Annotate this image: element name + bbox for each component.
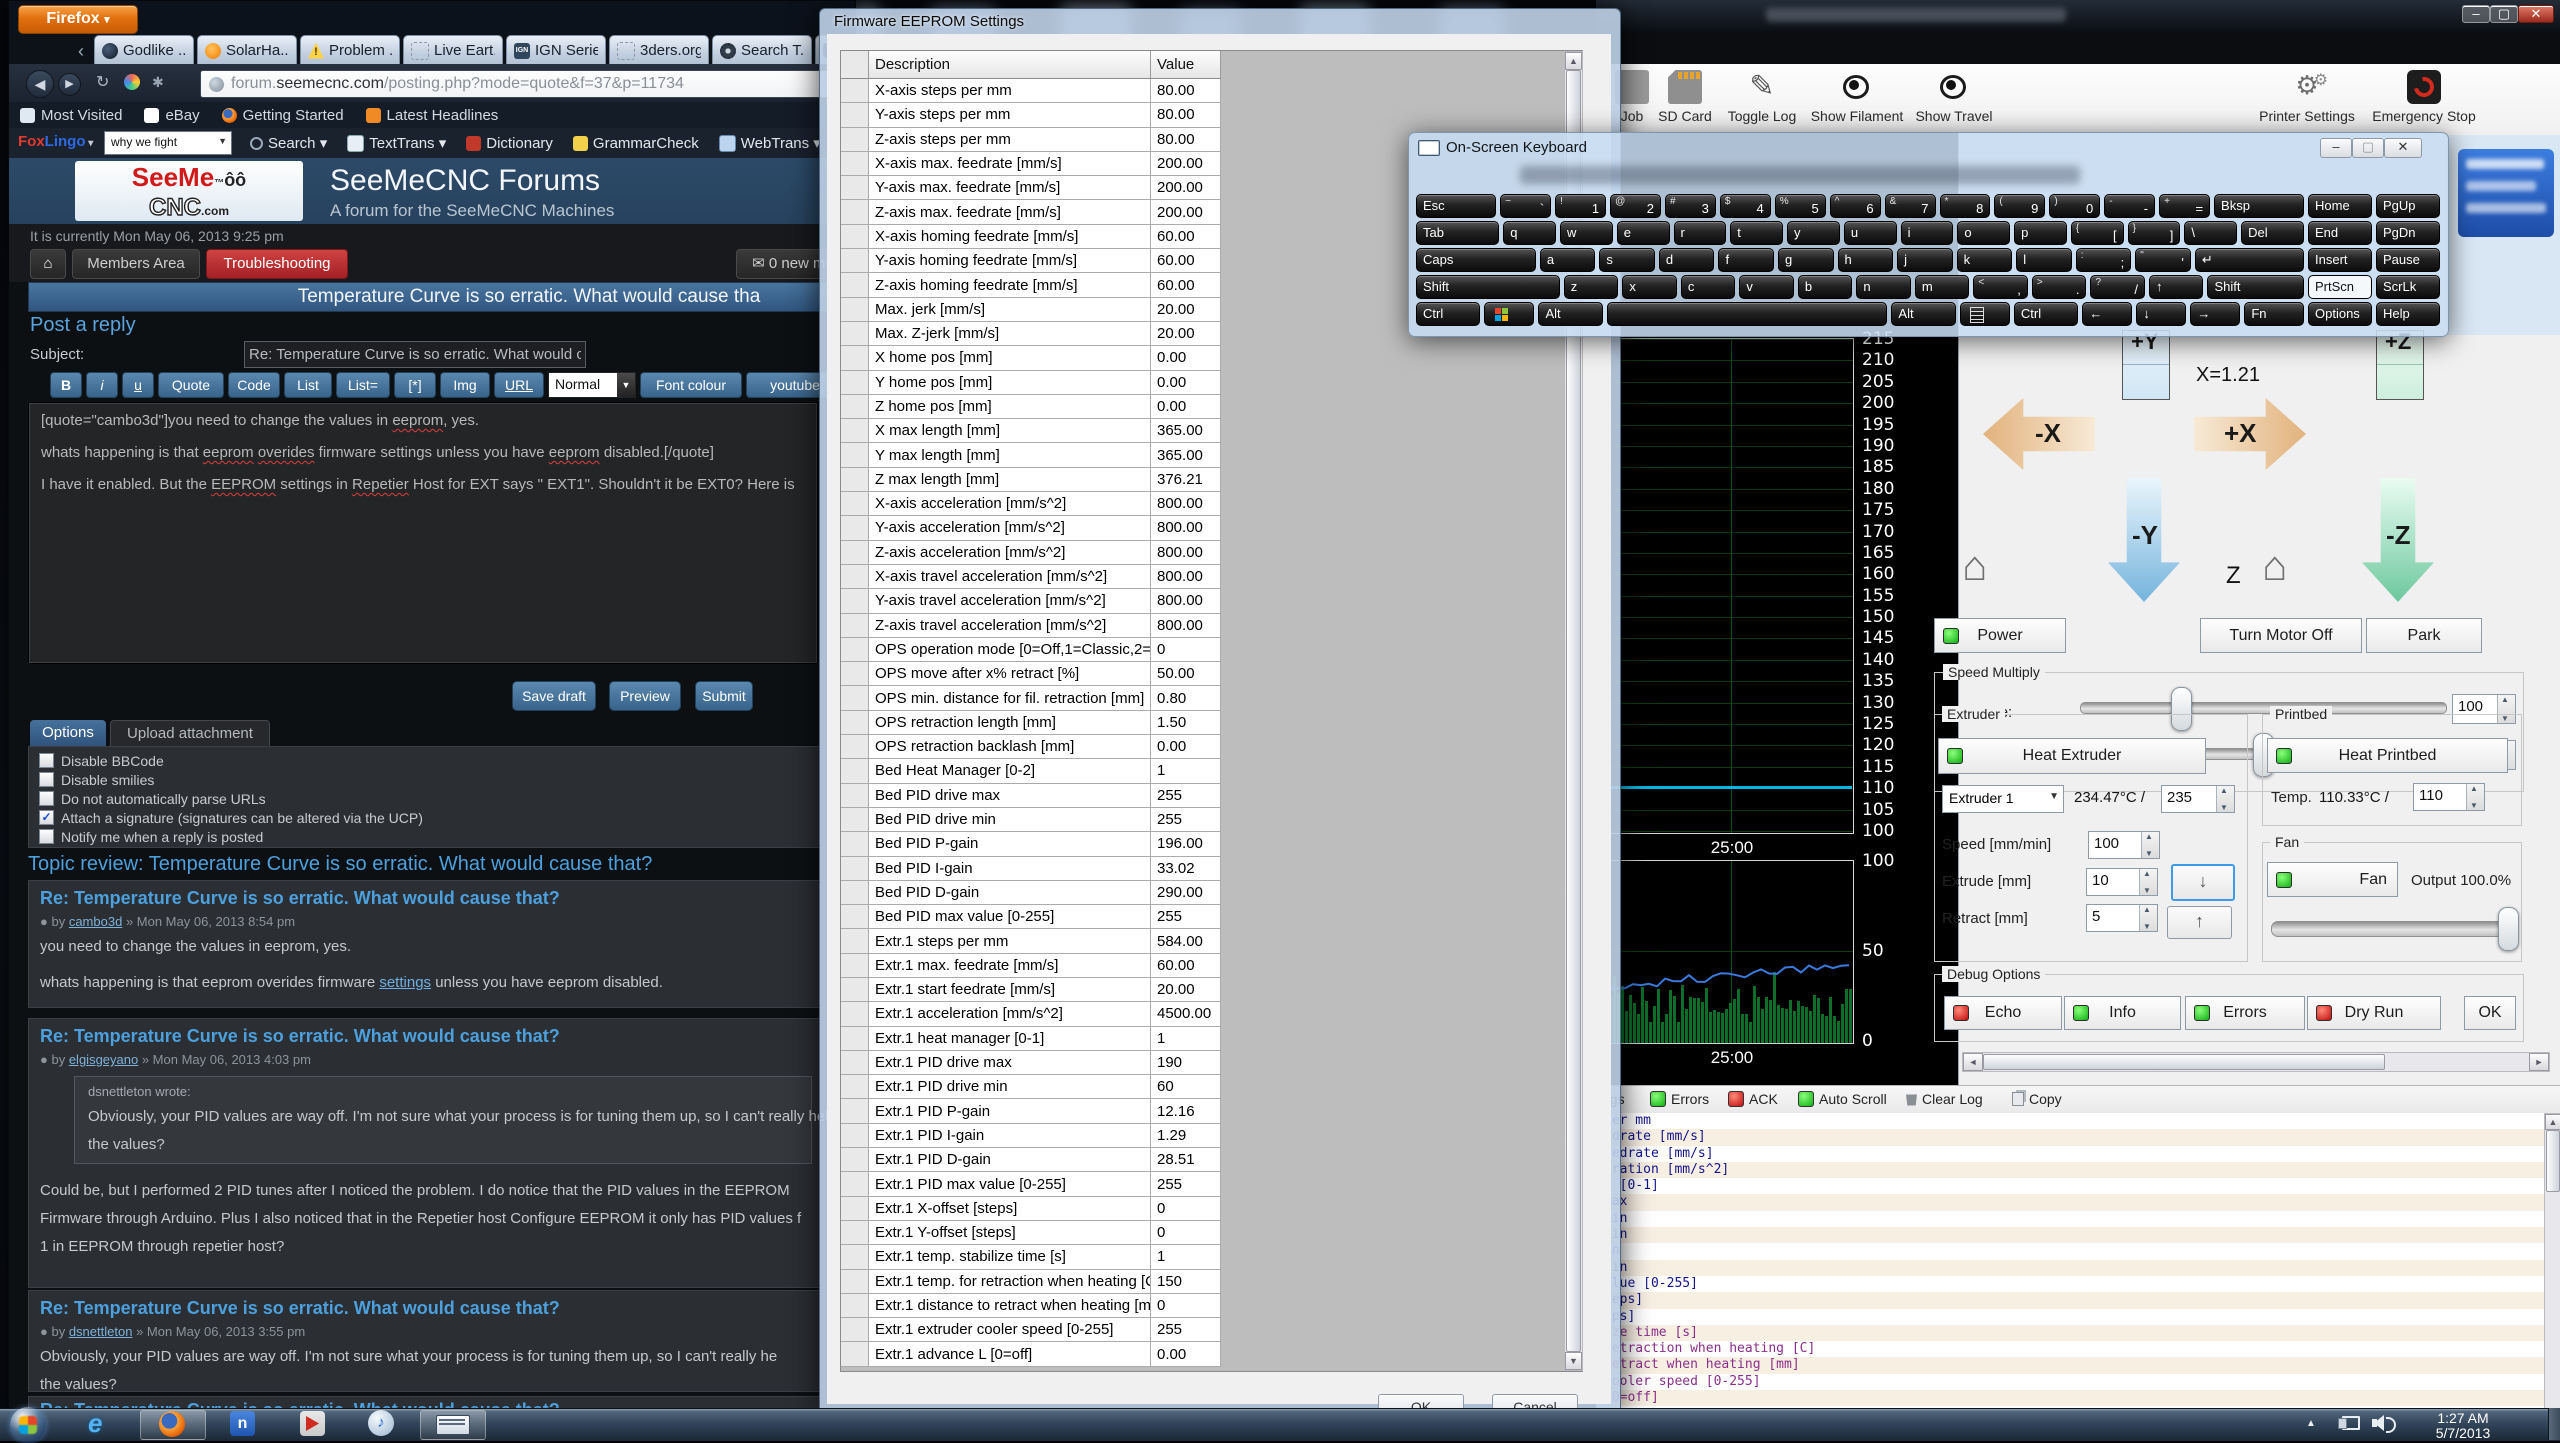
taskbar-item-blue-app[interactable]: n — [212, 1410, 276, 1438]
clock[interactable]: 1:27 AM 5/7/2013 — [2398, 1411, 2528, 1441]
taskbar-item-media-app[interactable] — [282, 1410, 346, 1438]
start-button[interactable] — [8, 1409, 50, 1439]
network-icon[interactable] — [2338, 1416, 2358, 1431]
tray-expand-icon[interactable]: ▲ — [2306, 1418, 2316, 1429]
taskbar-item-firefox[interactable] — [140, 1410, 206, 1440]
clock-time: 1:27 AM — [2398, 1411, 2528, 1426]
show-desktop-button[interactable] — [2548, 1408, 2560, 1440]
taskbar-item-itunes[interactable]: ♪ — [350, 1410, 414, 1438]
taskbar-item-internet-explorer[interactable]: e — [70, 1410, 134, 1438]
taskbar-item-onscreen-keyboard[interactable] — [420, 1410, 486, 1440]
volume-icon[interactable] — [2372, 1414, 2394, 1432]
clock-date: 5/7/2013 — [2398, 1426, 2528, 1441]
